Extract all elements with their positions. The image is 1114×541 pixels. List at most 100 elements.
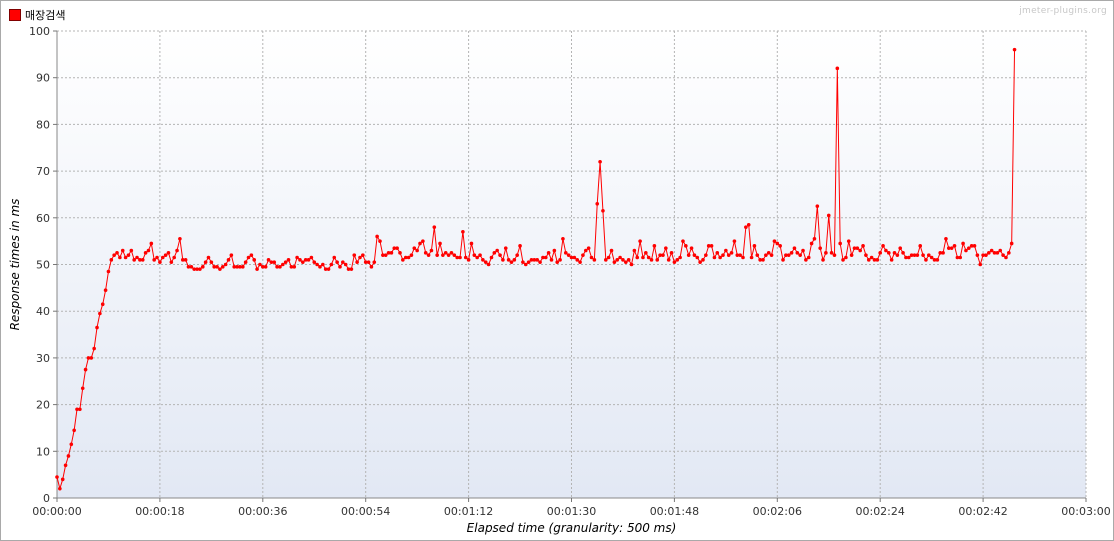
data-point: [149, 241, 154, 246]
data-point: [566, 253, 571, 257]
data-point: [506, 258, 511, 262]
data-point: [495, 248, 499, 253]
data-point: [866, 258, 871, 262]
data-point: [849, 253, 854, 257]
data-point: [561, 237, 565, 241]
data-point: [172, 255, 176, 260]
y-axis-ticks: 0 10 20 30 40 50 60 70 80 90 100: [29, 25, 57, 505]
data-point: [140, 258, 145, 262]
data-point: [478, 253, 482, 257]
data-point: [466, 258, 471, 262]
data-point: [252, 258, 257, 262]
y-tick-label: 90: [36, 72, 50, 85]
data-point: [881, 244, 885, 248]
data-point: [315, 262, 319, 267]
data-point: [515, 253, 519, 257]
data-point: [492, 251, 497, 255]
data-point: [229, 253, 234, 257]
data-point: [815, 204, 820, 208]
data-point: [618, 255, 622, 260]
data-point: [498, 253, 502, 257]
data-point: [949, 246, 954, 250]
data-point: [889, 258, 894, 262]
data-point: [341, 260, 345, 264]
data-point: [418, 241, 422, 246]
data-point: [626, 258, 631, 262]
y-tick-label: 30: [36, 352, 50, 365]
data-point: [835, 66, 840, 71]
data-point: [701, 258, 705, 262]
data-point: [1009, 241, 1014, 246]
data-point: [964, 248, 968, 253]
data-point: [766, 251, 771, 255]
data-point: [189, 265, 194, 269]
data-point: [987, 251, 991, 255]
data-point: [183, 258, 188, 262]
data-point: [435, 253, 439, 257]
data-point: [169, 260, 174, 264]
data-point: [163, 253, 168, 257]
data-point: [821, 258, 825, 262]
data-point: [898, 246, 903, 250]
data-point: [678, 255, 682, 260]
data-point: [358, 255, 362, 260]
data-point: [801, 248, 805, 253]
data-point: [240, 265, 245, 269]
data-point: [549, 258, 554, 262]
data-point: [915, 253, 920, 257]
data-point: [123, 255, 128, 260]
data-point: [832, 253, 837, 257]
data-point: [829, 251, 834, 255]
data-point: [126, 253, 131, 257]
data-point: [675, 258, 680, 262]
x-tick-label: 00:02:24: [855, 505, 904, 518]
data-point: [918, 244, 923, 248]
data-point: [884, 248, 888, 253]
data-point: [761, 258, 765, 262]
x-tick-label: 00:02:42: [958, 505, 1007, 518]
data-point: [666, 258, 671, 262]
y-tick-label: 70: [36, 165, 50, 178]
data-point: [306, 258, 311, 262]
data-point: [632, 248, 637, 253]
data-point: [389, 251, 394, 255]
data-point: [906, 255, 911, 260]
data-point: [941, 251, 945, 255]
data-point: [80, 386, 85, 391]
data-point: [255, 267, 259, 271]
data-point: [266, 258, 271, 262]
data-point: [100, 302, 105, 307]
x-tick-label: 00:00:00: [32, 505, 81, 518]
x-tick-label: 00:01:48: [650, 505, 699, 518]
data-point: [795, 251, 800, 255]
data-point: [501, 258, 505, 262]
data-point: [226, 258, 231, 262]
data-point: [652, 244, 657, 248]
data-point: [378, 239, 382, 243]
data-point: [704, 253, 708, 257]
data-point: [998, 248, 1003, 253]
x-tick-label: 00:03:00: [1061, 505, 1110, 518]
data-point: [755, 253, 760, 257]
y-tick-label: 40: [36, 305, 50, 318]
x-tick-label: 00:00:18: [135, 505, 184, 518]
y-axis-title: Response times in ms: [8, 199, 22, 331]
data-point: [984, 253, 988, 257]
data-point: [355, 260, 359, 264]
data-point: [443, 251, 448, 255]
data-point: [812, 237, 817, 241]
data-point: [838, 241, 842, 246]
data-point: [338, 265, 342, 269]
data-point: [778, 244, 782, 248]
data-point: [592, 258, 597, 262]
data-point: [243, 260, 248, 264]
data-point: [209, 260, 214, 264]
data-point: [429, 248, 434, 253]
data-point: [89, 356, 94, 360]
data-point: [512, 258, 517, 262]
data-point: [555, 260, 560, 264]
data-point: [283, 260, 288, 264]
data-point: [661, 253, 665, 257]
data-point: [372, 260, 377, 264]
data-point: [621, 258, 625, 262]
